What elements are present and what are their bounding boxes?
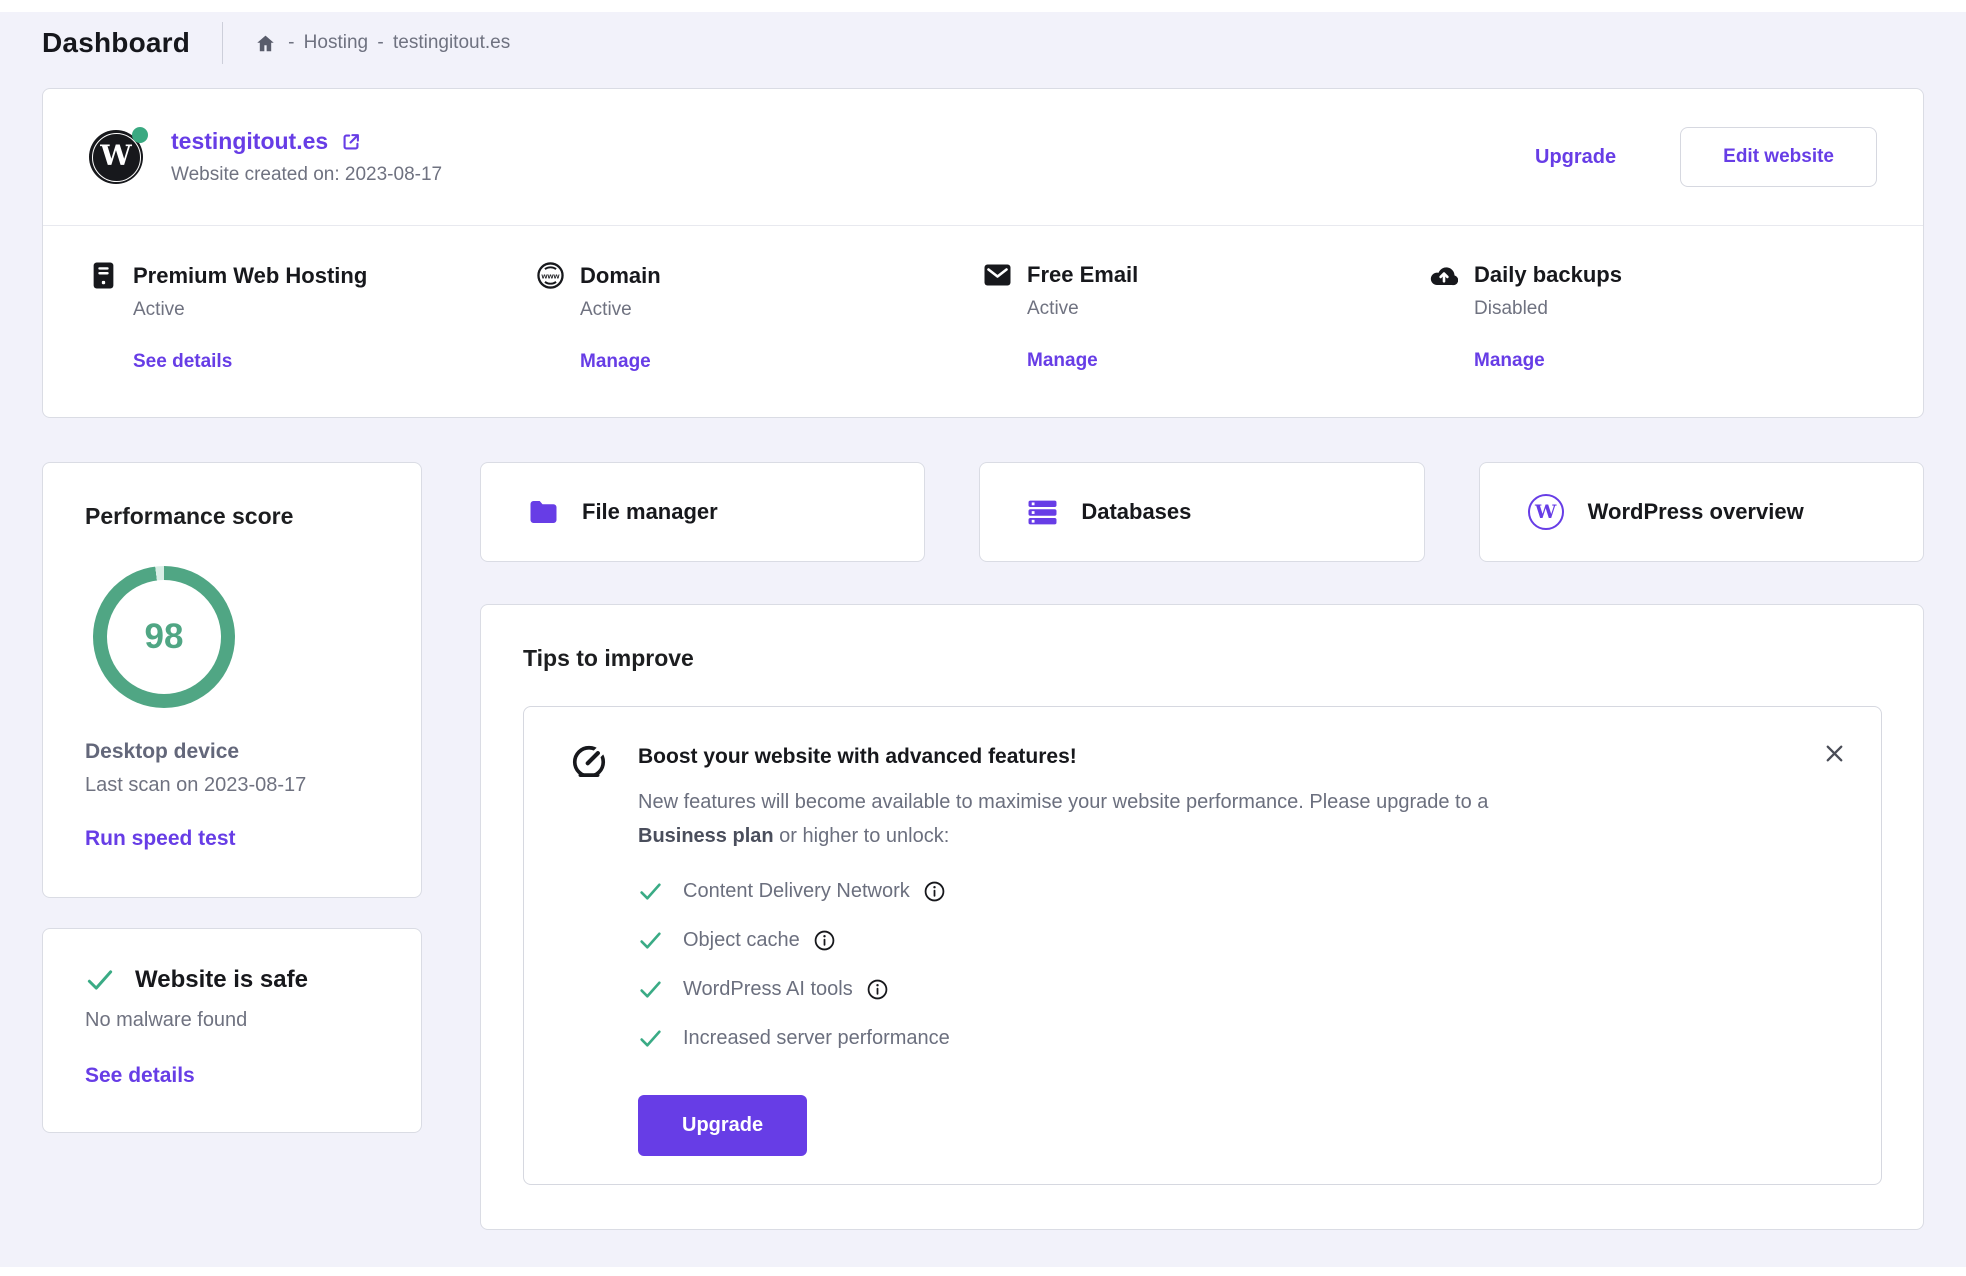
globe-www-icon: www	[536, 262, 564, 289]
feature-item: Content Delivery Network	[638, 879, 1488, 904]
website-card: W testingitout.es Website created on: 20…	[42, 88, 1924, 418]
tips-card: Tips to improve Boost your website with …	[480, 604, 1924, 1230]
databases-card[interactable]: Databases	[979, 462, 1424, 562]
service-email: Free Email Active Manage	[983, 262, 1430, 373]
site-created-date: Website created on: 2023-08-17	[171, 164, 442, 186]
quick-link-label: File manager	[582, 499, 718, 525]
header-divider	[222, 22, 223, 64]
feature-item: WordPress AI tools	[638, 977, 1488, 1002]
info-icon[interactable]	[814, 930, 835, 951]
page-title: Dashboard	[42, 27, 190, 59]
safe-subtitle: No malware found	[85, 1009, 379, 1032]
feature-list: Content Delivery Network Object cache Wo	[638, 879, 1488, 1051]
plan-name: Business plan	[638, 825, 774, 847]
file-manager-card[interactable]: File manager	[480, 462, 925, 562]
close-icon[interactable]	[1820, 739, 1849, 768]
service-status: Active	[580, 299, 983, 321]
server-icon	[89, 262, 117, 289]
wordpress-logo-icon: W	[100, 142, 131, 170]
top-edge	[0, 0, 1966, 12]
performance-card: Performance score 98 Desktop device Last…	[42, 462, 422, 898]
boost-desc-line1: New features will become available to ma…	[638, 791, 1488, 813]
feature-label: Increased server performance	[683, 1027, 950, 1050]
wordpress-overview-card[interactable]: W WordPress overview	[1479, 462, 1924, 562]
feature-item: Object cache	[638, 928, 1488, 953]
bottom-edge	[0, 1267, 1966, 1276]
safety-see-details-link[interactable]: See details	[85, 1064, 195, 1088]
external-link-icon[interactable]	[340, 131, 362, 153]
upgrade-button[interactable]: Upgrade	[638, 1095, 807, 1156]
service-hosting: Premium Web Hosting Active See details	[89, 262, 536, 373]
performance-score-value: 98	[93, 566, 235, 708]
performance-title: Performance score	[85, 503, 379, 530]
site-info: testingitout.es Website created on: 2023…	[171, 128, 442, 186]
manage-backups-link[interactable]: Manage	[1474, 350, 1545, 372]
services-row: Premium Web Hosting Active See details w…	[43, 226, 1923, 417]
wordpress-icon: W	[1528, 494, 1564, 530]
check-icon	[638, 879, 663, 904]
service-title: Daily backups	[1474, 262, 1622, 288]
check-icon	[638, 977, 663, 1002]
info-icon[interactable]	[867, 979, 888, 1000]
service-domain: www Domain Active Manage	[536, 262, 983, 373]
site-actions: Upgrade Edit website	[1535, 127, 1877, 187]
home-icon[interactable]	[255, 33, 276, 54]
safe-title: Website is safe	[135, 966, 308, 994]
edit-website-button[interactable]: Edit website	[1680, 127, 1877, 187]
check-icon	[85, 965, 115, 995]
service-title: Domain	[580, 263, 661, 289]
boost-desc-suffix: or higher to unlock:	[779, 825, 949, 847]
service-title: Free Email	[1027, 262, 1138, 288]
check-icon	[638, 928, 663, 953]
feature-item: Increased server performance	[638, 1026, 1488, 1051]
feature-label: Content Delivery Network	[683, 880, 910, 903]
run-speed-test-link[interactable]: Run speed test	[85, 827, 236, 851]
svg-text:www: www	[540, 272, 559, 281]
manage-email-link[interactable]: Manage	[1027, 350, 1098, 372]
website-summary-row: W testingitout.es Website created on: 20…	[43, 89, 1923, 225]
last-scan-label: Last scan on 2023-08-17	[85, 774, 379, 797]
speedometer-icon	[570, 743, 608, 1156]
wordpress-avatar: W	[89, 130, 143, 184]
quick-link-label: Databases	[1081, 499, 1191, 525]
service-title: Premium Web Hosting	[133, 263, 367, 289]
service-status: Disabled	[1474, 298, 1877, 320]
right-column: File manager Databases W WordPress overv…	[480, 462, 1924, 1230]
page-header: Dashboard - Hosting - testingitout.es	[0, 0, 1966, 88]
feature-label: Object cache	[683, 929, 800, 952]
boost-content: Boost your website with advanced feature…	[638, 745, 1488, 1156]
quick-link-label: WordPress overview	[1588, 499, 1804, 525]
boost-description: New features will become available to ma…	[638, 785, 1488, 853]
info-icon[interactable]	[924, 881, 945, 902]
service-backups: Daily backups Disabled Manage	[1430, 262, 1877, 373]
service-status: Active	[1027, 298, 1430, 320]
database-icon	[1028, 500, 1057, 525]
boost-banner: Boost your website with advanced feature…	[523, 706, 1882, 1185]
left-column: Performance score 98 Desktop device Last…	[42, 462, 422, 1230]
upgrade-link[interactable]: Upgrade	[1535, 146, 1616, 169]
performance-gauge: 98	[93, 566, 235, 708]
dashboard-main: W testingitout.es Website created on: 20…	[0, 88, 1966, 1230]
breadcrumb-text: - Hosting - testingitout.es	[288, 32, 510, 54]
see-details-link[interactable]: See details	[133, 351, 232, 373]
service-status: Active	[133, 299, 536, 321]
cloud-upload-icon	[1430, 264, 1458, 287]
device-label: Desktop device	[85, 740, 379, 764]
tips-title: Tips to improve	[523, 645, 1882, 672]
feature-label: WordPress AI tools	[683, 978, 853, 1001]
website-safe-card: Website is safe No malware found See det…	[42, 928, 422, 1133]
breadcrumb[interactable]: - Hosting - testingitout.es	[255, 32, 510, 54]
envelope-icon	[983, 264, 1011, 286]
manage-domain-link[interactable]: Manage	[580, 351, 651, 373]
folder-icon	[529, 500, 558, 524]
online-status-dot	[132, 127, 148, 143]
site-domain-link[interactable]: testingitout.es	[171, 128, 328, 155]
check-icon	[638, 1026, 663, 1051]
boost-heading: Boost your website with advanced feature…	[638, 745, 1488, 769]
quick-links-row: File manager Databases W WordPress overv…	[480, 462, 1924, 562]
